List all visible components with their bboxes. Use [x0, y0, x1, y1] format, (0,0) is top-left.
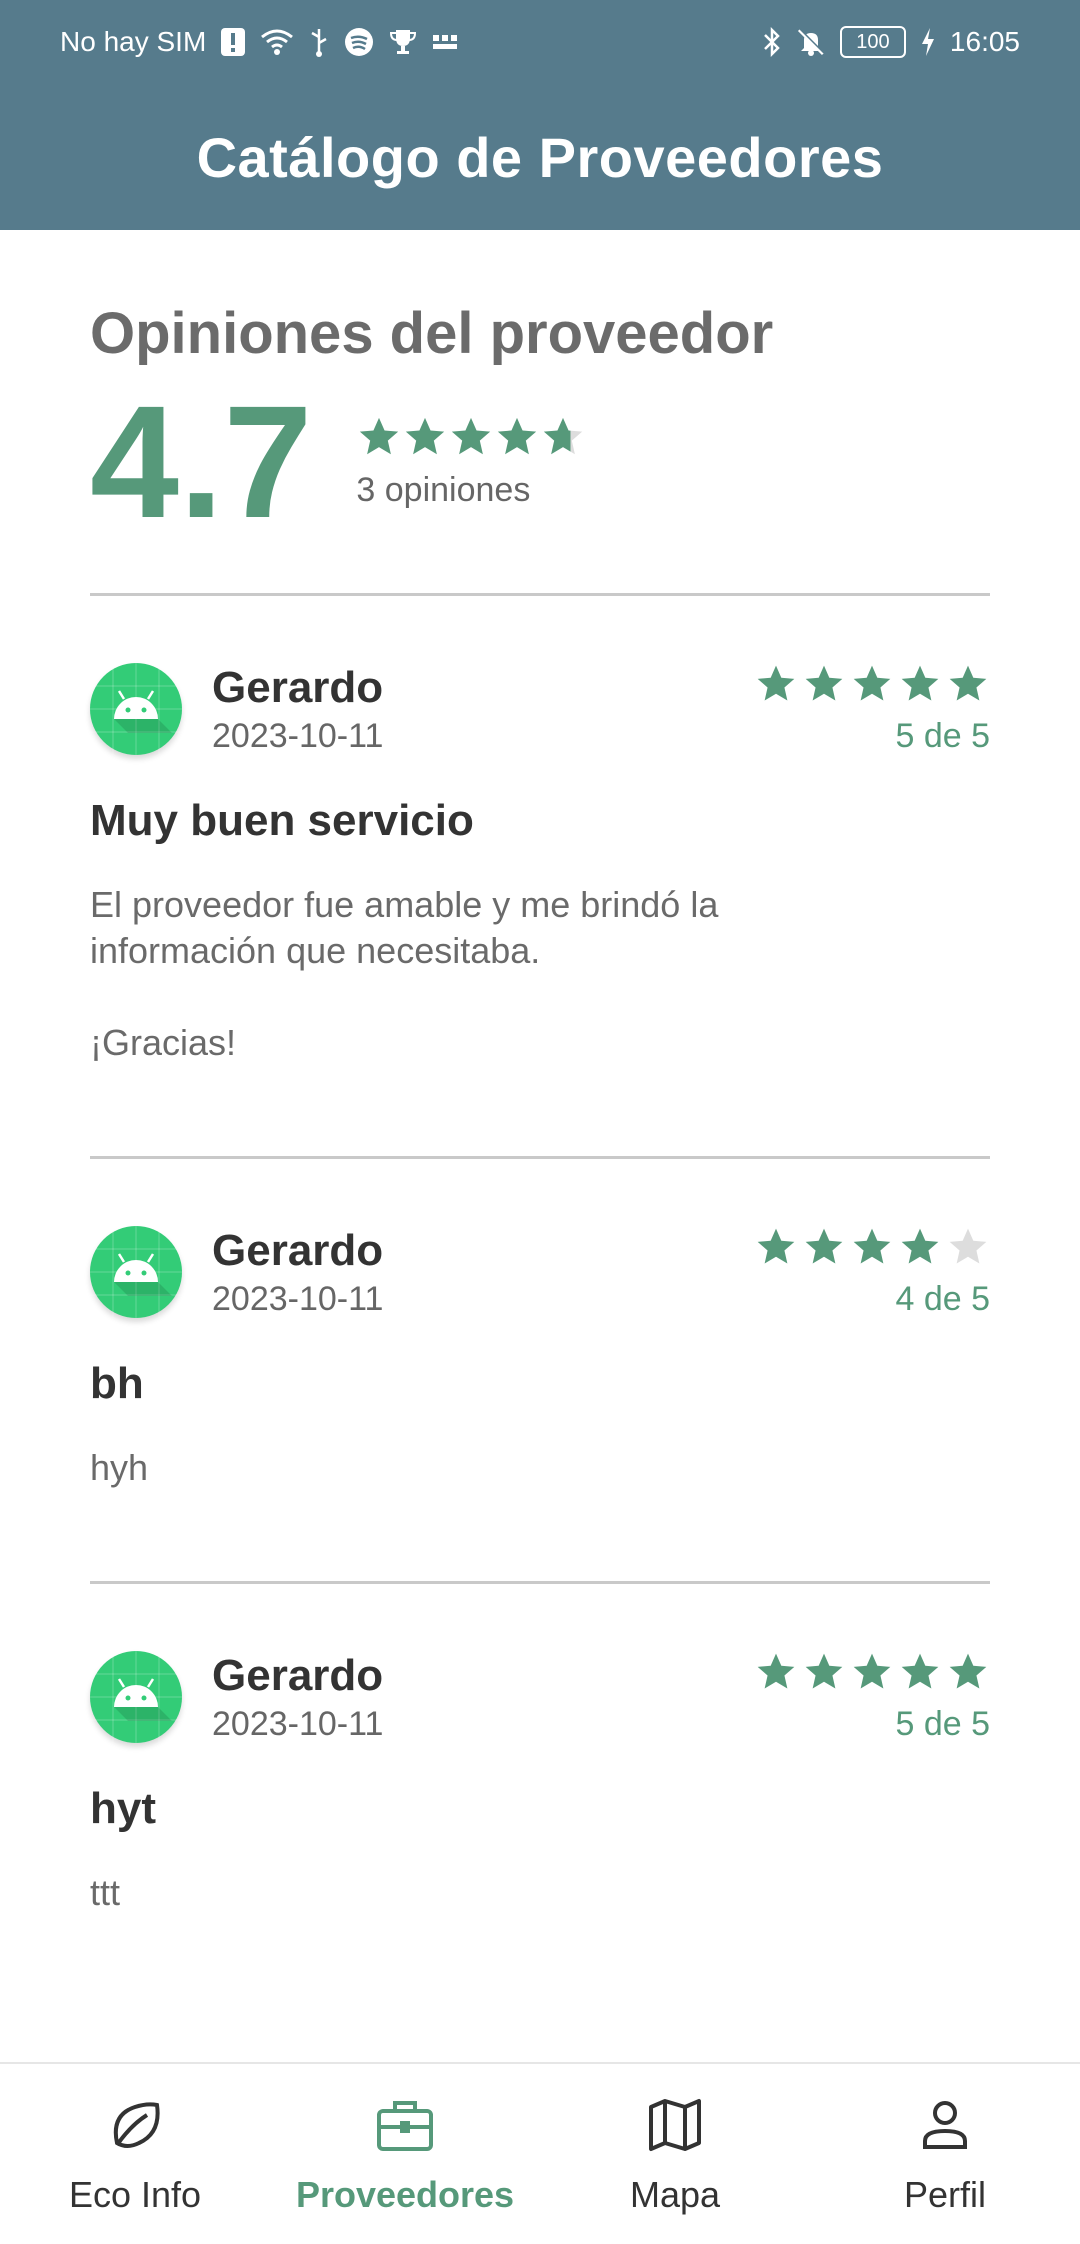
star-filled-icon	[452, 417, 491, 455]
star-filled-icon	[853, 1653, 891, 1689]
leaf-icon	[103, 2093, 167, 2162]
review-rating: 5 de 5	[750, 662, 990, 756]
sim-alert-icon	[220, 27, 246, 57]
star-filled-icon	[406, 417, 445, 455]
star-filled-icon	[757, 665, 795, 701]
reviewer-name: Gerardo	[212, 1225, 384, 1275]
nav-label: Eco Info	[68, 2173, 202, 2215]
star-half-icon	[544, 417, 583, 455]
android-icon	[90, 1226, 182, 1318]
review-body: ttt	[90, 1872, 121, 1913]
charging-icon	[920, 27, 936, 57]
carrier-label: No hay SIM	[60, 26, 207, 57]
reviewer-name: Gerardo	[212, 1650, 384, 1700]
rating-summary: 4.7 3 opiniones	[90, 382, 990, 542]
rating-label: 4 de 5	[895, 1280, 990, 1318]
wifi-icon	[260, 28, 294, 56]
review-date: 2023-10-11	[212, 1279, 384, 1318]
battery-level: 100	[839, 26, 906, 58]
rating-label: 5 de 5	[895, 717, 990, 755]
android-icon	[90, 663, 182, 755]
average-stars	[356, 414, 586, 465]
trophy-icon	[388, 27, 418, 57]
android-icon	[90, 1651, 182, 1743]
star-empty-icon	[949, 1228, 987, 1264]
star-filled-icon	[901, 665, 939, 701]
bluetooth-icon	[762, 27, 782, 57]
nav-item-perfil[interactable]: Perfil	[815, 2093, 1075, 2216]
notifications-off-icon	[796, 27, 826, 57]
rating-label: 5 de 5	[895, 1705, 990, 1743]
review-item: Gerardo 2023-10-11 5 de 5 hyt ttt	[90, 1584, 990, 2006]
star-filled-icon	[853, 665, 891, 701]
star-filled-icon	[757, 1653, 795, 1689]
reviews-section: Opiniones del proveedor 4.7 3 opiniones	[90, 300, 990, 2006]
review-count: 3 opiniones	[356, 471, 531, 509]
review-body: El proveedor fue amable y me brindó la i…	[90, 884, 719, 1063]
star-filled-icon	[360, 417, 399, 455]
review-rating: 4 de 5	[750, 1225, 990, 1319]
review-user: Gerardo 2023-10-11	[90, 663, 383, 756]
review-header: Gerardo 2023-10-11 4 de 5	[90, 1225, 990, 1319]
review-item: Gerardo 2023-10-11 4 de 5 bh hyh	[90, 1159, 990, 1584]
review-body: hyh	[90, 1447, 149, 1488]
star-filled-icon	[901, 1653, 939, 1689]
person-icon	[913, 2093, 977, 2162]
nav-item-mapa[interactable]: Mapa	[545, 2093, 805, 2216]
reviewer-name: Gerardo	[212, 662, 384, 712]
nav-item-proveedores[interactable]: Proveedores	[275, 2093, 535, 2216]
star-filled-icon	[805, 1653, 843, 1689]
review-title: hyt	[90, 1784, 156, 1833]
app-bar: No hay SIM 100 16:05 Catálogo de Proveed…	[0, 0, 1080, 230]
review-item: Gerardo 2023-10-11 5 de 5 Muy buen servi…	[90, 596, 990, 1159]
review-title: Muy buen servicio	[90, 796, 474, 845]
review-header: Gerardo 2023-10-11 5 de 5	[90, 1650, 990, 1744]
map-icon	[643, 2093, 707, 2162]
avatar	[90, 663, 182, 755]
bottom-navigation: Eco Info Proveedores Mapa Perfil	[0, 2062, 1080, 2244]
usb-icon	[308, 27, 330, 57]
average-rating: 4.7	[90, 372, 313, 551]
review-date: 2023-10-11	[212, 716, 384, 755]
avatar	[90, 1651, 182, 1743]
page-title: Catálogo de Proveedores	[196, 126, 884, 189]
spotify-icon	[344, 27, 374, 57]
review-rating: 5 de 5	[750, 1650, 990, 1744]
review-user: Gerardo 2023-10-11	[90, 1651, 383, 1744]
star-filled-icon	[949, 665, 987, 701]
hbo-icon	[432, 32, 458, 52]
section-title: Opiniones del proveedor	[90, 301, 774, 366]
star-filled-icon	[853, 1228, 891, 1264]
review-title: bh	[90, 1359, 144, 1408]
avatar	[90, 1226, 182, 1318]
star-filled-icon	[805, 1228, 843, 1264]
star-filled-icon	[757, 1228, 795, 1264]
star-filled-icon	[805, 665, 843, 701]
star-filled-icon	[498, 417, 537, 455]
review-stars	[750, 1225, 990, 1274]
status-bar: No hay SIM 100 16:05	[60, 18, 1020, 66]
nav-label: Perfil	[903, 2173, 987, 2215]
review-stars	[750, 662, 990, 711]
nav-label: Mapa	[629, 2173, 721, 2215]
nav-label: Proveedores	[295, 2173, 515, 2215]
review-stars	[750, 1650, 990, 1699]
clock: 16:05	[949, 26, 1020, 57]
briefcase-icon	[373, 2093, 437, 2162]
review-user: Gerardo 2023-10-11	[90, 1226, 383, 1319]
review-list: Gerardo 2023-10-11 5 de 5 Muy buen servi…	[90, 596, 990, 2006]
star-filled-icon	[949, 1653, 987, 1689]
star-filled-icon	[901, 1228, 939, 1264]
nav-item-eco-info[interactable]: Eco Info	[5, 2093, 265, 2216]
review-date: 2023-10-11	[212, 1704, 384, 1743]
review-header: Gerardo 2023-10-11 5 de 5	[90, 662, 990, 756]
